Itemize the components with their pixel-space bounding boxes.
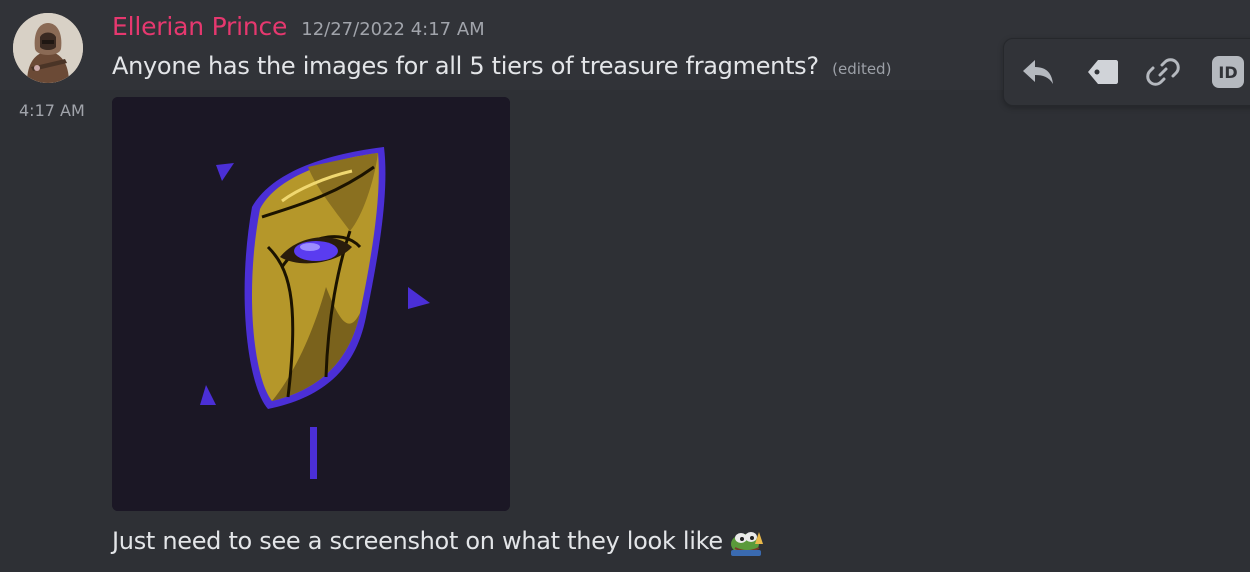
side-timestamp[interactable]: 4:17 AM bbox=[19, 101, 85, 120]
treasure-fragment-image bbox=[112, 97, 510, 511]
reply-button[interactable] bbox=[1014, 49, 1062, 95]
edited-label: (edited) bbox=[832, 60, 892, 78]
id-icon: ID bbox=[1212, 56, 1244, 88]
chat-view: Ellerian Prince 12/27/2022 4:17 AM Anyon… bbox=[0, 0, 1250, 572]
message-group: Ellerian Prince 12/27/2022 4:17 AM Anyon… bbox=[0, 0, 1250, 572]
message-header: Ellerian Prince 12/27/2022 4:17 AM bbox=[112, 12, 485, 46]
tag-icon bbox=[1088, 60, 1118, 84]
message-text-2: Just need to see a screenshot on what th… bbox=[112, 527, 723, 555]
copy-link-button[interactable] bbox=[1139, 49, 1187, 95]
reply-icon bbox=[1023, 60, 1053, 84]
tier-mark bbox=[310, 427, 317, 479]
message-timestamp[interactable]: 12/27/2022 4:17 AM bbox=[301, 19, 484, 40]
avatar-image bbox=[13, 13, 83, 83]
emoji-image bbox=[730, 532, 763, 556]
message-content-1: Anyone has the images for all 5 tiers of… bbox=[112, 52, 891, 80]
message-content-2: Just need to see a screenshot on what th… bbox=[112, 524, 769, 558]
username[interactable]: Ellerian Prince bbox=[112, 12, 287, 41]
link-icon bbox=[1146, 58, 1180, 86]
message-toolbar: ID bbox=[1003, 38, 1250, 106]
pepe-pray-emoji[interactable] bbox=[729, 524, 769, 558]
message-text-1: Anyone has the images for all 5 tiers of… bbox=[112, 52, 819, 80]
tag-button[interactable] bbox=[1078, 49, 1126, 95]
copy-id-button[interactable]: ID bbox=[1204, 49, 1250, 95]
avatar[interactable] bbox=[13, 13, 83, 83]
image-attachment[interactable] bbox=[112, 97, 510, 511]
